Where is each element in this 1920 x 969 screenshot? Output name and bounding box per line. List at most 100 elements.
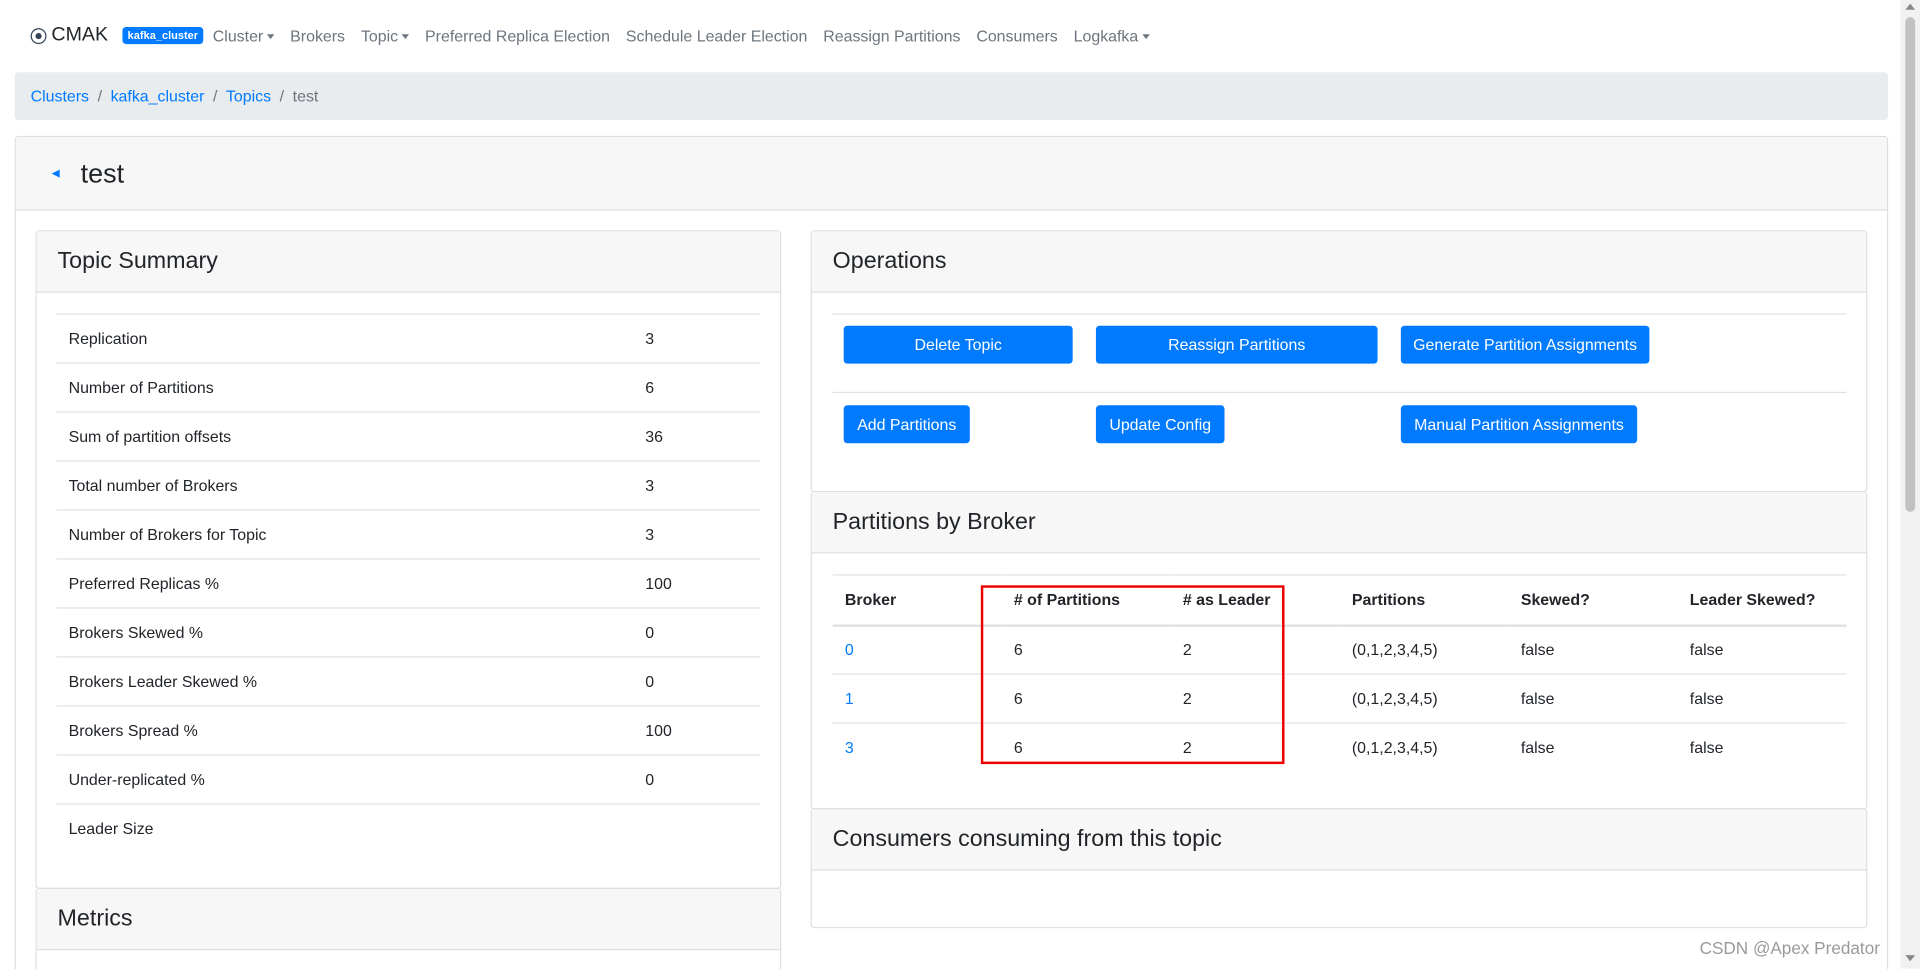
nav-pre-label: Preferred Replica Election bbox=[425, 26, 610, 45]
num-partitions-cell: 6 bbox=[1001, 673, 1171, 724]
partition-list-cell: (0,1,2,3,4,5) bbox=[1339, 722, 1509, 773]
summary-label: Leader Size bbox=[56, 803, 634, 853]
nav-brokers[interactable]: Brokers bbox=[290, 26, 345, 44]
summary-label: Preferred Replicas % bbox=[56, 558, 634, 608]
skewed-cell: false bbox=[1508, 722, 1678, 773]
scrollbar-thumb[interactable] bbox=[1905, 17, 1916, 512]
as-leader-cell: 2 bbox=[1170, 673, 1340, 724]
nav-brokers-label: Brokers bbox=[290, 26, 346, 45]
navbar: CMAK kafka_cluster Cluster Brokers Topic… bbox=[0, 0, 1898, 71]
topic-header: ◄ test bbox=[15, 137, 1887, 211]
broker-link[interactable]: 0 bbox=[845, 641, 854, 659]
nav-topic-label: Topic bbox=[360, 26, 399, 45]
nav-preferred-replica-election[interactable]: Preferred Replica Election bbox=[425, 26, 610, 44]
summary-value: 0 bbox=[633, 607, 761, 657]
nav-schedule-leader-election[interactable]: Schedule Leader Election bbox=[626, 26, 807, 44]
summary-label: Total number of Brokers bbox=[56, 460, 634, 511]
breadcrumb-separator: / bbox=[212, 86, 218, 106]
arrow-left-icon[interactable]: ◄ bbox=[49, 166, 62, 181]
table-row: Brokers Leader Skewed % 0 bbox=[56, 656, 761, 706]
table-row: 1 6 2 (0,1,2,3,4,5) false false bbox=[832, 673, 1847, 724]
broker-link[interactable]: 1 bbox=[845, 689, 854, 707]
summary-value: 0 bbox=[633, 656, 761, 706]
summary-label: Replication bbox=[56, 313, 634, 364]
partitions-by-broker-table: Broker # of Partitions # as Leader Parti… bbox=[832, 574, 1847, 773]
table-row: Sum of partition offsets 36 bbox=[56, 411, 761, 462]
manual-partition-assignments-button[interactable]: Manual Partition Assignments bbox=[1400, 405, 1638, 444]
chevron-down-icon bbox=[266, 34, 275, 40]
as-leader-cell: 2 bbox=[1170, 624, 1340, 675]
table-row: Total number of Brokers 3 bbox=[56, 460, 761, 511]
summary-label: Number of Brokers for Topic bbox=[56, 509, 634, 559]
summary-value: 100 bbox=[633, 705, 761, 755]
update-config-button[interactable]: Update Config bbox=[1095, 405, 1225, 444]
as-leader-cell: 2 bbox=[1170, 722, 1340, 773]
leader-skewed-cell: false bbox=[1677, 722, 1847, 773]
nav-logkafka-label: Logkafka bbox=[1073, 26, 1139, 45]
table-row: 3 6 2 (0,1,2,3,4,5) false false bbox=[832, 722, 1847, 773]
nav-consumers[interactable]: Consumers bbox=[976, 26, 1057, 44]
summary-value: 100 bbox=[633, 558, 761, 608]
scroll-down-arrow-icon[interactable] bbox=[1905, 955, 1916, 962]
breadcrumb-separator: / bbox=[279, 86, 285, 106]
generate-partition-assignments-button[interactable]: Generate Partition Assignments bbox=[1400, 325, 1650, 364]
summary-label: Under-replicated % bbox=[56, 754, 634, 804]
metrics-title: Metrics bbox=[36, 888, 781, 951]
column-header-skewed: Skewed? bbox=[1508, 574, 1678, 627]
breadcrumb-separator: / bbox=[97, 86, 103, 106]
breadcrumb-clusters[interactable]: Clusters bbox=[31, 87, 89, 105]
broker-link[interactable]: 3 bbox=[845, 739, 854, 757]
leader-skewed-cell: false bbox=[1677, 673, 1847, 724]
summary-value: 6 bbox=[633, 362, 761, 413]
topic-summary-card: Topic Summary Replication 3 Number of Part… bbox=[35, 230, 782, 889]
leader-skewed-cell: false bbox=[1677, 624, 1847, 675]
consumers-card: Consumers consuming from this topic bbox=[810, 808, 1868, 929]
chevron-down-icon bbox=[401, 34, 410, 40]
brand[interactable]: CMAK bbox=[30, 24, 108, 46]
breadcrumb-topics[interactable]: Topics bbox=[226, 87, 271, 105]
summary-value: 3 bbox=[633, 509, 761, 559]
scroll-up-arrow-icon[interactable] bbox=[1905, 3, 1916, 10]
breadcrumb-cluster[interactable]: kafka_cluster bbox=[111, 87, 205, 105]
summary-label: Brokers Skewed % bbox=[56, 607, 634, 657]
page: CMAK kafka_cluster Cluster Brokers Topic… bbox=[0, 0, 1920, 969]
nav-logkafka[interactable]: Logkafka bbox=[1073, 26, 1150, 45]
nav-topic[interactable]: Topic bbox=[360, 26, 410, 45]
operations-card: Operations Delete Topic Reassign Partiti… bbox=[810, 230, 1868, 493]
topic-summary-title: Topic Summary bbox=[36, 231, 781, 293]
summary-value: 3 bbox=[633, 460, 761, 511]
vertical-scrollbar[interactable] bbox=[1900, 0, 1920, 969]
nav-rp-label: Reassign Partitions bbox=[823, 26, 961, 45]
summary-value: 3 bbox=[633, 313, 761, 364]
summary-label: Brokers Leader Skewed % bbox=[56, 656, 634, 706]
table-cell: 1 bbox=[832, 673, 1002, 724]
table-row: Brokers Skewed % 0 bbox=[56, 607, 761, 657]
column-header-as-leader: # as Leader bbox=[1170, 574, 1340, 627]
delete-topic-button[interactable]: Delete Topic bbox=[843, 325, 1073, 364]
metrics-card: Metrics bbox=[35, 887, 782, 969]
cluster-badge[interactable]: kafka_cluster bbox=[122, 26, 203, 45]
reassign-partitions-button[interactable]: Reassign Partitions bbox=[1095, 325, 1378, 364]
nav-cluster[interactable]: Cluster bbox=[212, 26, 275, 45]
page-title: test bbox=[80, 157, 125, 188]
skewed-cell: false bbox=[1508, 673, 1678, 724]
partition-list-cell: (0,1,2,3,4,5) bbox=[1339, 673, 1509, 724]
add-partitions-button[interactable]: Add Partitions bbox=[843, 405, 970, 444]
partitions-by-broker-title: Partitions by Broker bbox=[811, 492, 1867, 554]
num-partitions-cell: 6 bbox=[1001, 624, 1171, 675]
table-cell: 3 bbox=[832, 722, 1002, 773]
operations-divider bbox=[832, 391, 1847, 394]
operations-title: Operations bbox=[811, 231, 1867, 293]
column-header-partitions: Partitions bbox=[1339, 574, 1509, 627]
table-row: Replication 3 bbox=[56, 313, 761, 364]
chevron-down-icon bbox=[1141, 34, 1150, 40]
watermark: CSDN @Apex Predator bbox=[1699, 937, 1880, 958]
table-row: Preferred Replicas % 100 bbox=[56, 558, 761, 608]
operations-divider bbox=[832, 313, 1847, 315]
summary-value: 36 bbox=[633, 411, 761, 462]
table-cell: 0 bbox=[832, 624, 1002, 675]
nav-reassign-partitions[interactable]: Reassign Partitions bbox=[823, 26, 960, 44]
nav-cluster-label: Cluster bbox=[212, 26, 264, 45]
breadcrumb: Clusters / kafka_cluster / Topics / test bbox=[14, 72, 1889, 121]
breadcrumb-current: test bbox=[292, 86, 319, 106]
